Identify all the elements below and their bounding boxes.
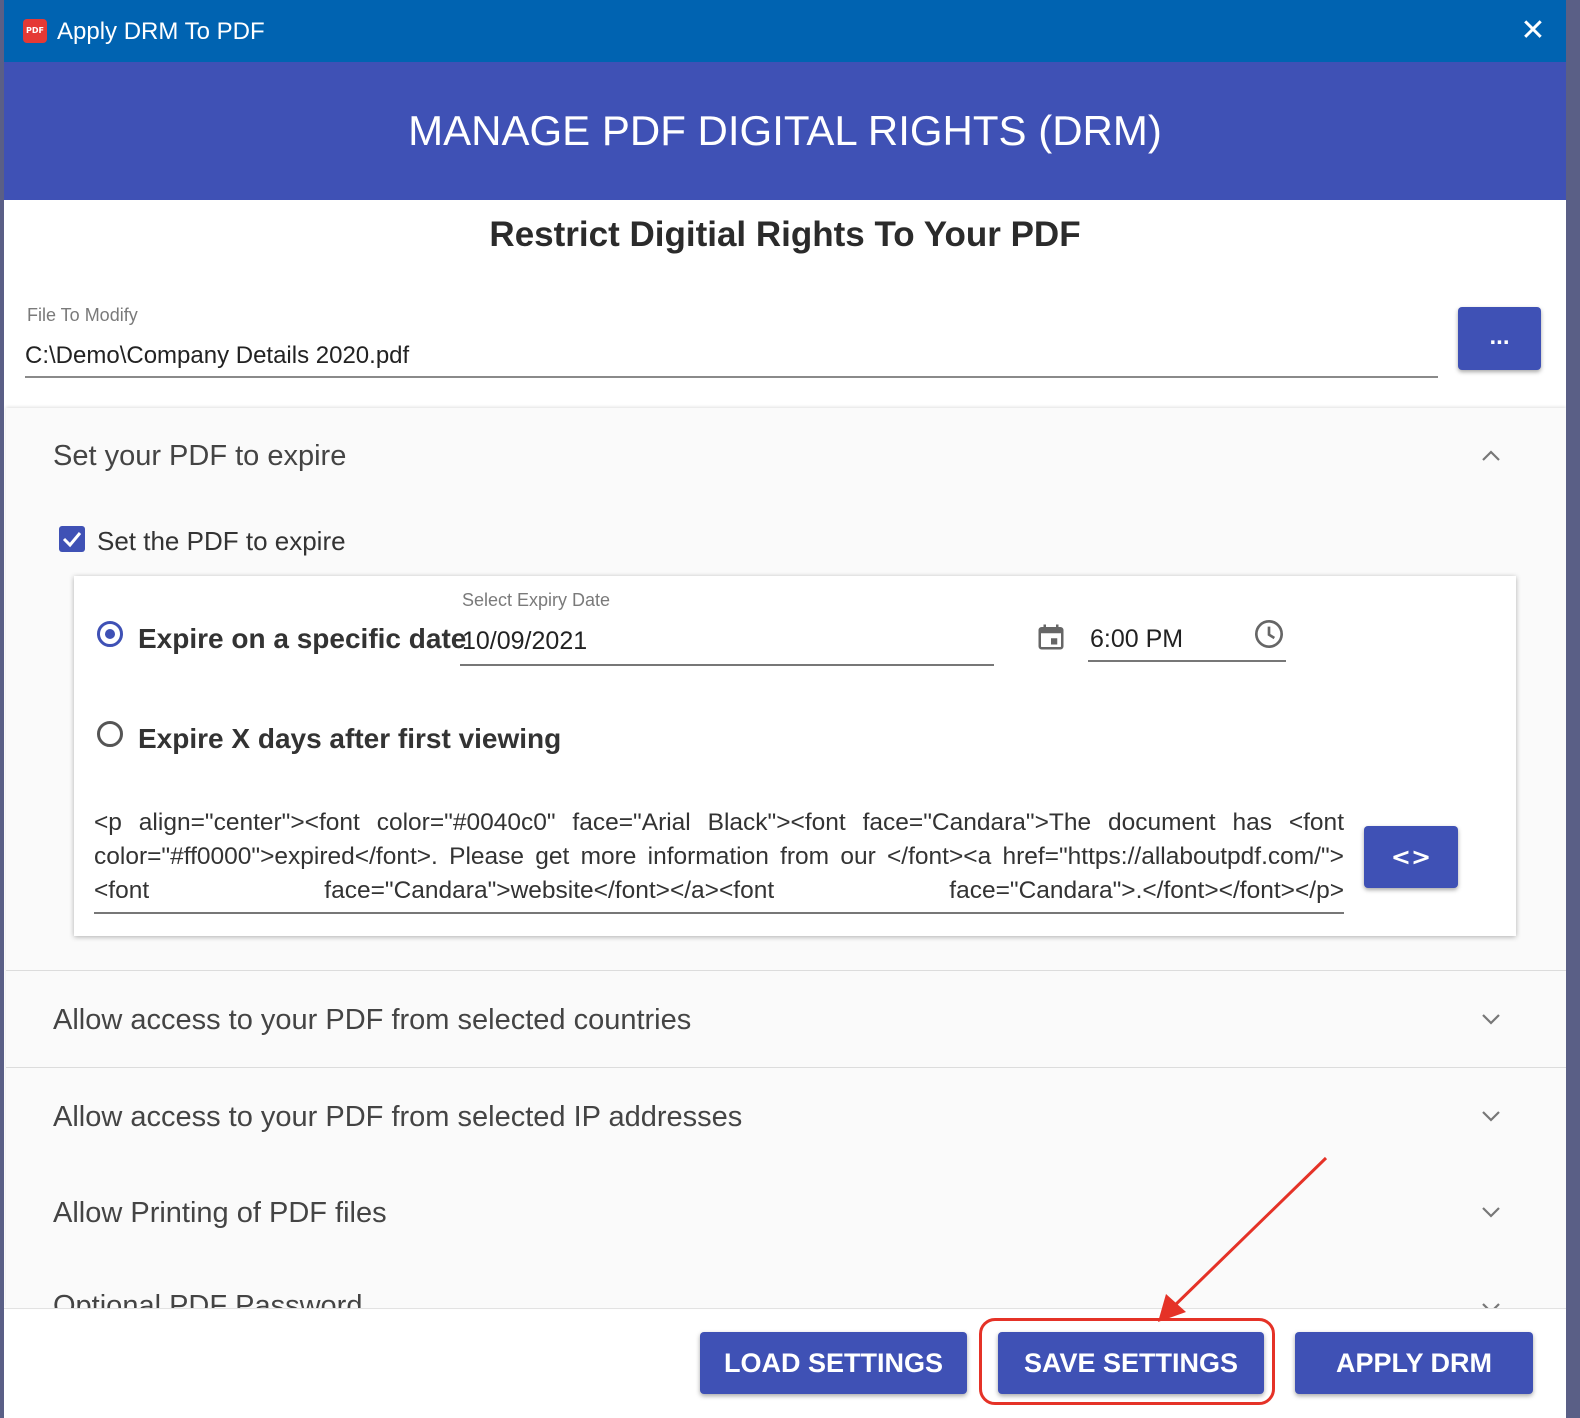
apply-drm-button[interactable]: APPLY DRM xyxy=(1295,1332,1533,1394)
panel-header-countries[interactable]: Allow access to your PDF from selected c… xyxy=(6,971,1566,1067)
expire-checkbox-label: Set the PDF to expire xyxy=(97,526,346,556)
clock-icon[interactable] xyxy=(1253,618,1285,650)
time-underline xyxy=(1088,660,1286,662)
expiry-time-input[interactable] xyxy=(1088,616,1232,662)
expired-message-editor[interactable]: <p align="center"><font color="#0040c0" … xyxy=(94,806,1344,914)
expire-checkbox[interactable] xyxy=(59,526,85,552)
page-banner: MANAGE PDF DIGITAL RIGHTS (DRM) xyxy=(4,62,1566,200)
chevron-down-icon xyxy=(1482,1303,1500,1308)
pdf-app-icon: PDF xyxy=(23,19,47,43)
chevron-down-icon xyxy=(1482,1111,1500,1122)
calendar-icon[interactable] xyxy=(1036,622,1066,652)
dialog-window: PDF Apply DRM To PDF ✕ MANAGE PDF DIGITA… xyxy=(4,0,1566,1418)
annotation-arrow-icon xyxy=(1158,1156,1328,1322)
expiry-date-caption: Select Expiry Date xyxy=(462,590,611,610)
browse-button[interactable]: ... xyxy=(1458,307,1541,370)
file-field-label: File To Modify xyxy=(27,305,138,325)
radio-specific-date-label: Expire on a specific date xyxy=(138,623,467,654)
panel-title-ip: Allow access to your PDF from selected I… xyxy=(53,1101,743,1133)
page-subtitle: Restrict Digitial Rights To Your PDF xyxy=(489,215,1081,254)
panel-title-printing: Allow Printing of PDF files xyxy=(53,1197,387,1229)
chevron-down-icon xyxy=(1482,1014,1500,1025)
chevron-up-icon xyxy=(1482,450,1500,461)
panel-title-expire: Set your PDF to expire xyxy=(53,440,347,472)
panel-header-expire[interactable]: Set your PDF to expire xyxy=(6,408,1566,508)
expire-options-card: Expire on a specific date Select Expiry … xyxy=(74,576,1516,936)
close-icon[interactable]: ✕ xyxy=(1514,12,1552,50)
radio-days-after[interactable] xyxy=(97,721,123,747)
save-button-highlight xyxy=(979,1318,1275,1405)
load-settings-button[interactable]: LOAD SETTINGS xyxy=(700,1332,967,1394)
code-view-button[interactable]: <> xyxy=(1364,826,1458,888)
checkmark-icon xyxy=(62,532,82,548)
panel-title-password: Optional PDF Password xyxy=(53,1290,363,1308)
panel-title-countries: Allow access to your PDF from selected c… xyxy=(53,1004,692,1036)
chevron-down-icon xyxy=(1482,1207,1500,1218)
radio-specific-date[interactable] xyxy=(97,621,123,647)
title-bar: PDF Apply DRM To PDF ✕ xyxy=(4,0,1566,62)
file-path-input[interactable] xyxy=(25,336,1438,378)
window-title: Apply DRM To PDF xyxy=(57,18,265,45)
expiry-date-input[interactable] xyxy=(460,618,994,666)
radio-days-after-label: Expire X days after first viewing xyxy=(138,723,562,754)
